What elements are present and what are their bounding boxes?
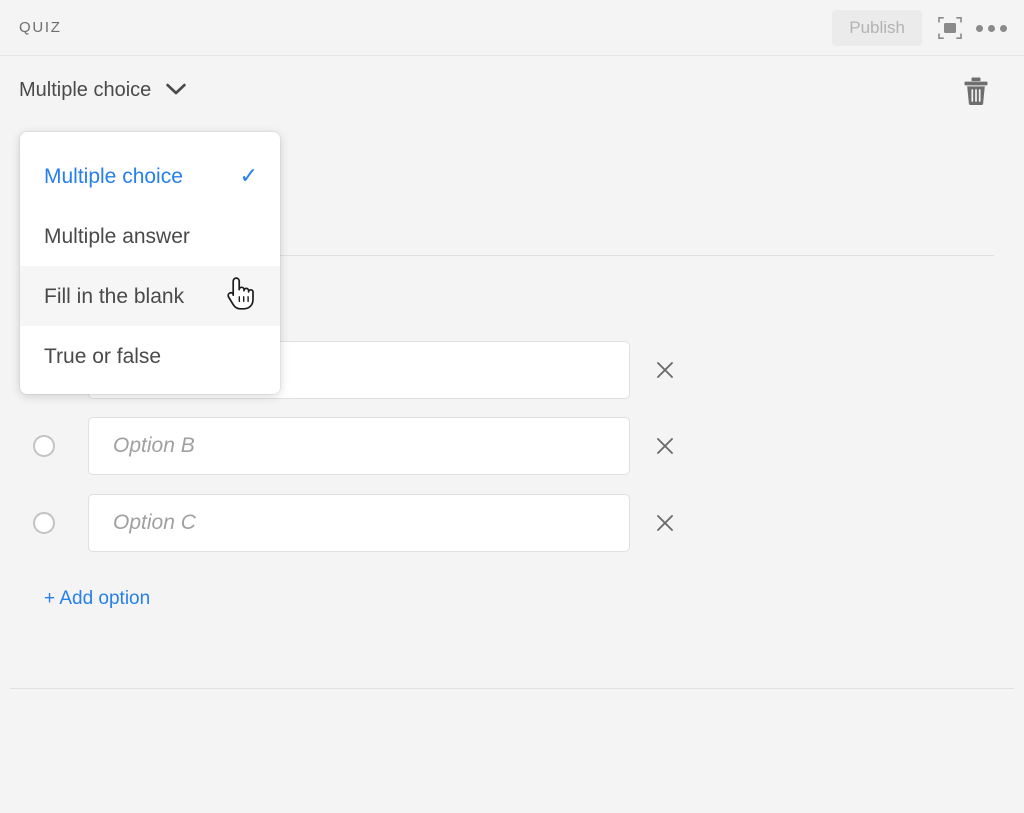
more-options-icon[interactable] <box>972 10 1010 46</box>
chevron-down-icon <box>165 82 187 99</box>
menu-item-true-or-false[interactable]: True or false <box>20 326 280 386</box>
add-option-button[interactable]: + Add option <box>44 587 150 611</box>
header-bar: QUIZ Publish <box>0 0 1024 56</box>
option-text-input[interactable] <box>88 417 630 475</box>
more-dots <box>976 25 1007 32</box>
question-type-dropdown-menu: Multiple choice ✓ Multiple answer Fill i… <box>20 132 280 394</box>
remove-option-button[interactable] <box>652 433 678 459</box>
menu-item-fill-in-the-blank[interactable]: Fill in the blank <box>20 266 280 326</box>
option-row <box>0 417 1024 475</box>
question-type-label: Multiple choice <box>19 77 151 103</box>
menu-item-label: True or false <box>44 343 258 370</box>
menu-item-multiple-answer[interactable]: Multiple answer <box>20 206 280 266</box>
option-radio[interactable] <box>33 435 55 457</box>
menu-item-label: Fill in the blank <box>44 283 258 310</box>
close-icon <box>654 359 676 381</box>
option-radio[interactable] <box>33 512 55 534</box>
close-icon <box>654 512 676 534</box>
footer-bar: 1 of 1 Add another question <box>0 689 1024 813</box>
question-type-bar: Multiple choice <box>0 56 1024 123</box>
menu-item-label: Multiple answer <box>44 223 258 250</box>
check-icon: ✓ <box>240 165 258 187</box>
question-type-dropdown-trigger[interactable]: Multiple choice <box>19 77 187 103</box>
option-text-input[interactable] <box>88 494 630 552</box>
menu-item-multiple-choice[interactable]: Multiple choice ✓ <box>20 146 280 206</box>
publish-button[interactable]: Publish <box>832 10 922 46</box>
header-actions: Publish <box>832 0 1010 56</box>
close-icon <box>654 435 676 457</box>
focus-frame-icon[interactable] <box>932 10 968 46</box>
menu-item-label: Multiple choice <box>44 163 232 190</box>
page-title: QUIZ <box>19 18 62 38</box>
remove-option-button[interactable] <box>652 357 678 383</box>
remove-option-button[interactable] <box>652 510 678 536</box>
option-row <box>0 494 1024 552</box>
trash-icon[interactable] <box>961 76 991 106</box>
